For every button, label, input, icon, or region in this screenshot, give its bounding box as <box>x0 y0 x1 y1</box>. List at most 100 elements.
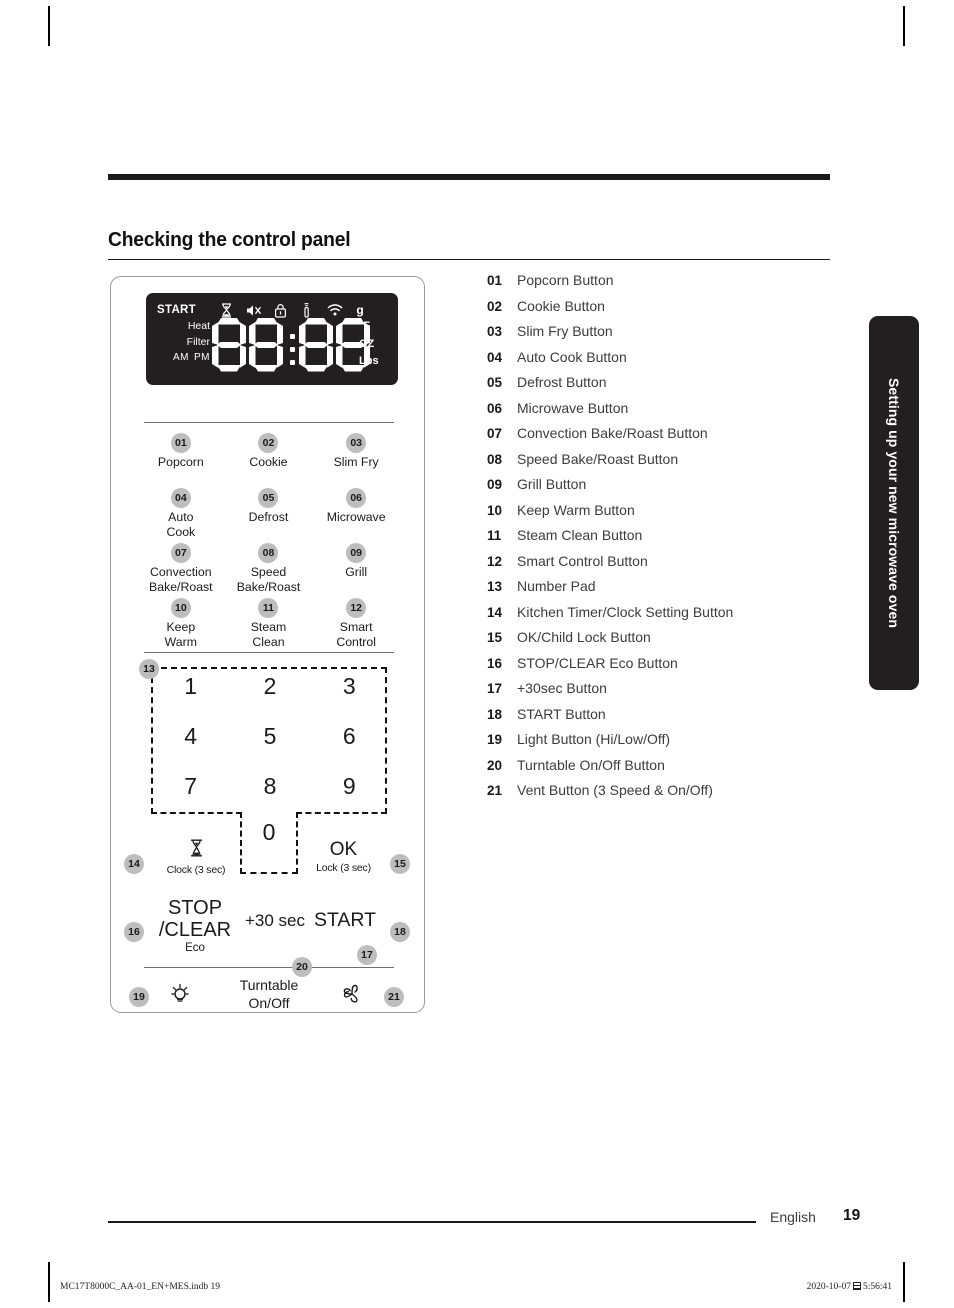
badge-19: 19 <box>129 987 149 1007</box>
legend-item: 03 Slim Fry Button <box>487 323 857 349</box>
crop-mark-bottom-left <box>48 1262 50 1302</box>
numpad-key-6[interactable]: 6 <box>310 723 389 749</box>
legend-label: Vent Button (3 Speed & On/Off) <box>517 782 713 798</box>
legend-label: Defrost Button <box>517 374 607 390</box>
panel-button-light[interactable] <box>167 983 193 1012</box>
panel-button-label: Microwave <box>326 510 386 524</box>
legend-item: 18 START Button <box>487 706 857 732</box>
stop-label-line1: STOP <box>167 897 223 919</box>
panel-button-smart-control[interactable]: 12 Smart Control <box>312 594 400 649</box>
panel-button-steam-clean[interactable]: 11 Steam Clean <box>225 594 313 649</box>
numpad-key-9[interactable]: 9 <box>310 773 389 799</box>
legend-number: 09 <box>487 477 503 492</box>
display-lbs-unit: Lbs <box>359 355 379 367</box>
display-digit-2 <box>249 318 283 372</box>
number-pad-outline-bottom-right <box>296 812 387 814</box>
display-left-labels: Heat Filter AM PM <box>154 319 210 366</box>
legend-item: 04 Auto Cook Button <box>487 349 857 375</box>
display-digit-3 <box>299 318 333 372</box>
panel-button-slim-fry[interactable]: 03 Slim Fry <box>312 429 400 484</box>
panel-button-label: Popcorn <box>157 455 204 469</box>
legend-item: 02 Cookie Button <box>487 298 857 324</box>
numpad-key-1[interactable]: 1 <box>151 673 230 699</box>
legend-number: 21 <box>487 783 503 798</box>
display-right-labels: °F OZ Lbs <box>359 318 389 371</box>
badge-08: 08 <box>258 543 279 563</box>
legend-label: Speed Bake/Roast Button <box>517 450 679 467</box>
panel-button-label: Convection Bake/Roast <box>149 565 213 594</box>
numpad-key-8[interactable]: 8 <box>230 773 309 799</box>
legend-number: 05 <box>487 375 503 390</box>
ok-label: OK <box>329 839 358 860</box>
legend-label: Grill Button <box>517 476 587 492</box>
legend-number: 02 <box>487 298 503 314</box>
numpad-key-2[interactable]: 2 <box>230 673 309 699</box>
legend-label: Kitchen Timer/Clock Setting Button <box>517 603 734 620</box>
section-thumb-tab-label: Setting up your new microwave oven <box>886 377 902 629</box>
legend-label: Microwave Button <box>517 399 629 416</box>
legend-label: Cookie Button <box>517 297 605 314</box>
panel-button-keep-warm[interactable]: 10 Keep Warm <box>137 594 225 649</box>
legend-item: 13 Number Pad <box>487 578 857 604</box>
numpad-key-3[interactable]: 3 <box>310 673 389 699</box>
panel-divider-top <box>144 422 394 424</box>
panel-button-start[interactable]: START <box>301 909 389 932</box>
panel-button-kitchen-timer-clock[interactable]: Clock (3 sec) <box>151 839 241 876</box>
hourglass-icon <box>213 302 240 318</box>
legend-label: START Button <box>517 705 606 722</box>
legend-item: 15 OK/Child Lock Button <box>487 629 857 655</box>
legend-item: 20 Turntable On/Off Button <box>487 757 857 783</box>
badge-14: 14 <box>124 854 144 874</box>
panel-button-microwave[interactable]: 06 Microwave <box>312 484 400 539</box>
panel-button-vent[interactable] <box>339 982 365 1011</box>
print-date: 2020-10-07 <box>806 1282 851 1292</box>
legend-item: 11 Steam Clean Button <box>487 527 857 553</box>
header-rule <box>108 174 830 180</box>
panel-button-cookie[interactable]: 02 Cookie <box>225 429 313 484</box>
mute-icon <box>240 303 267 318</box>
badge-07: 07 <box>170 543 191 563</box>
panel-button-ok-child-lock[interactable]: OK Lock (3 sec) <box>296 839 391 874</box>
legend-item: 12 Smart Control Button <box>487 553 857 579</box>
legend-label: Popcorn Button <box>517 272 614 288</box>
numpad-key-4[interactable]: 4 <box>151 723 230 749</box>
panel-button-speed-bake-roast[interactable]: 08 Speed Bake/Roast <box>225 539 313 594</box>
legend-number: 01 <box>487 273 503 288</box>
legend-label: Keep Warm Button <box>517 501 635 518</box>
print-time: 5:56:41 <box>862 1282 892 1292</box>
panel-button-turntable[interactable]: Turntable On/Off <box>214 976 324 1012</box>
numpad-key-7[interactable]: 7 <box>151 773 230 799</box>
legend-label: +30sec Button <box>517 680 607 696</box>
display-pm-label: PM <box>194 352 210 363</box>
print-timestamp: 2020-10-07 5:56:41 <box>807 1282 892 1292</box>
fan-icon <box>343 984 358 1003</box>
display-indicator-row: START g <box>157 301 389 319</box>
legend-number: 20 <box>487 757 503 773</box>
legend-number: 18 <box>487 706 503 722</box>
panel-button-label: Slim Fry <box>333 455 379 469</box>
panel-button-defrost[interactable]: 05 Defrost <box>225 484 313 539</box>
panel-button-convection-bake-roast[interactable]: 07 Convection Bake/Roast <box>137 539 225 594</box>
panel-button-auto-cook[interactable]: 04 Auto Cook <box>137 484 225 539</box>
crop-mark-top-left <box>48 6 50 46</box>
legend-item: 07 Convection Bake/Roast Button <box>487 425 857 451</box>
stop-label-line2: /CLEAR <box>158 919 232 941</box>
legend-label: Slim Fry Button <box>517 323 613 339</box>
legend-number: 11 <box>487 528 502 543</box>
panel-button-label: Smart Control <box>336 620 376 649</box>
badge-09: 09 <box>346 543 367 563</box>
panel-button-stop-clear[interactable]: STOP /CLEAR Eco <box>147 897 243 954</box>
panel-button-grill[interactable]: 09 Grill <box>312 539 400 594</box>
badge-21: 21 <box>384 987 404 1007</box>
legend-number: 08 <box>487 451 503 467</box>
number-pad-outline-bottom-left <box>151 812 242 814</box>
legend-item: 10 Keep Warm Button <box>487 502 857 528</box>
title-underline <box>108 259 830 261</box>
display-start-label: START <box>157 304 196 316</box>
display-temp-unit: °F <box>359 320 371 332</box>
display-digits <box>212 318 373 372</box>
panel-button-popcorn[interactable]: 01 Popcorn <box>137 429 225 484</box>
display-digit-1 <box>212 318 246 372</box>
badge-18: 18 <box>390 922 410 942</box>
numpad-key-5[interactable]: 5 <box>230 723 309 749</box>
